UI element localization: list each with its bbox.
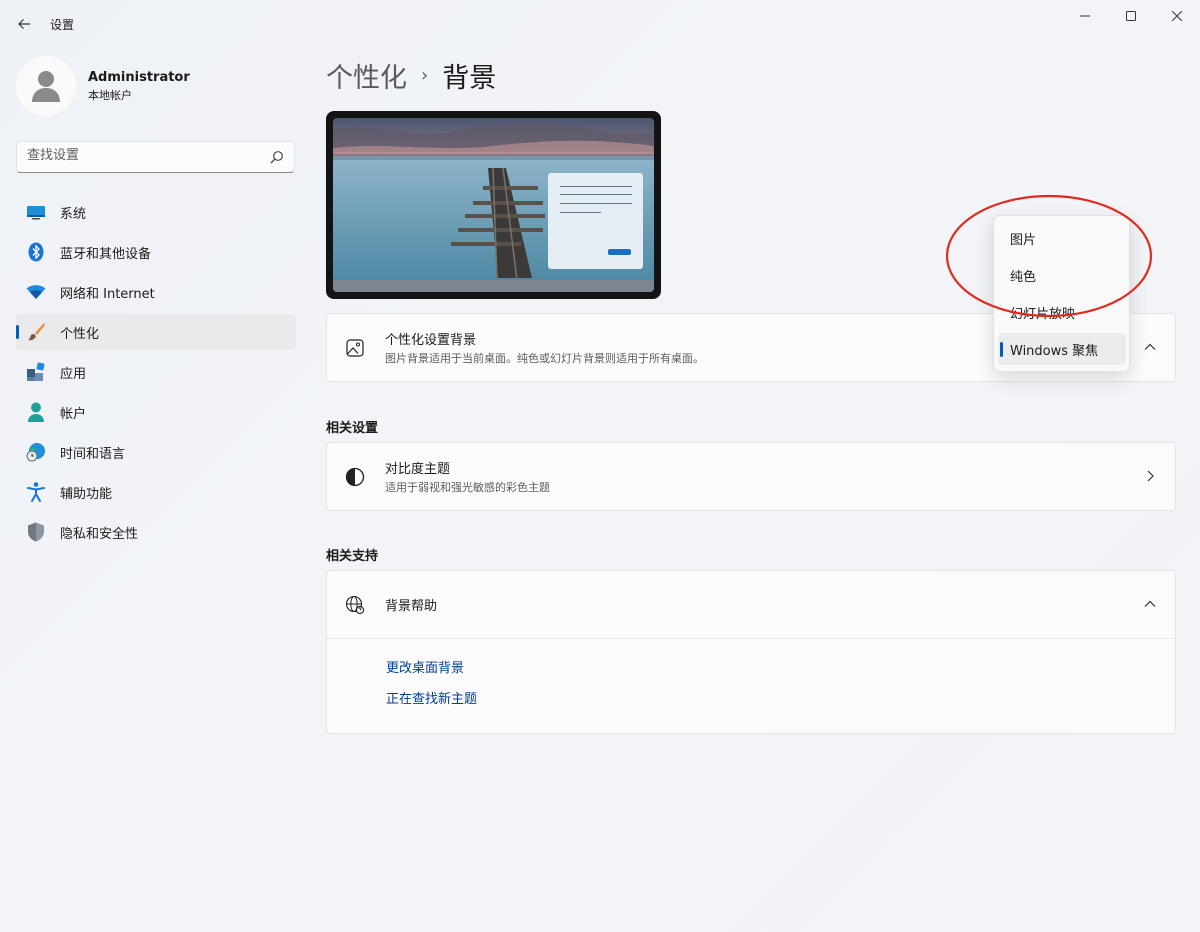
sidebar-item-label: 帐户 <box>60 406 87 422</box>
breadcrumb-separator: › <box>421 65 429 86</box>
sidebar-item-label: 系统 <box>60 206 87 222</box>
related-settings-heading: 相关设置 <box>326 421 379 436</box>
sidebar-item-privacy[interactable]: 隐私和安全性 <box>16 514 296 550</box>
sidebar-item-label: 蓝牙和其他设备 <box>60 246 152 262</box>
sidebar-item-label: 网络和 Internet <box>60 286 155 302</box>
brush-icon <box>26 322 46 342</box>
globe-help-icon <box>345 595 365 615</box>
find-new-themes-link[interactable]: 正在查找新主题 <box>386 688 1175 707</box>
minimize-icon <box>1080 15 1090 17</box>
sidebar-item-label: 时间和语言 <box>60 446 126 462</box>
maximize-icon <box>1126 11 1136 21</box>
change-desktop-background-link[interactable]: 更改桌面背景 <box>386 657 1175 676</box>
minimize-button[interactable] <box>1062 0 1108 32</box>
search-icon[interactable] <box>270 150 284 164</box>
sidebar-item-accessibility[interactable]: 辅助功能 <box>16 474 296 510</box>
sidebar-nav: 系统 蓝牙和其他设备 网络和 Internet 个性化 应用 帐户 时间和语言 … <box>16 194 296 554</box>
wifi-icon <box>26 282 46 302</box>
user-avatar-icon <box>32 71 60 102</box>
contrast-icon <box>345 467 365 487</box>
annotation-ellipse <box>945 194 1153 318</box>
search-box[interactable] <box>16 141 295 173</box>
card-title: 背景帮助 <box>385 599 438 614</box>
page-title: 背景 <box>442 63 497 94</box>
close-button[interactable] <box>1154 0 1200 32</box>
search-input[interactable] <box>27 148 257 163</box>
card-title: 对比度主题 <box>385 462 451 477</box>
dropdown-option-windows-spotlight[interactable]: Windows 聚焦 <box>998 333 1126 365</box>
back-button[interactable] <box>10 10 38 38</box>
sidebar-item-system[interactable]: 系统 <box>16 194 296 230</box>
app-title: 设置 <box>50 18 75 32</box>
accessibility-icon <box>26 482 46 502</box>
shield-icon <box>26 522 46 542</box>
help-links: 更改桌面背景 正在查找新主题 <box>327 638 1175 733</box>
sidebar-item-label: 辅助功能 <box>60 486 113 502</box>
background-help-header[interactable]: 背景帮助 <box>327 571 1175 638</box>
preview-window <box>548 173 643 269</box>
globe-clock-icon <box>26 442 46 462</box>
profile-account-type: 本地帐户 <box>88 88 132 102</box>
card-description: 适用于弱视和强光敏感的彩色主题 <box>385 481 550 494</box>
bluetooth-icon <box>26 242 46 262</box>
person-icon <box>26 402 46 422</box>
close-icon <box>1172 11 1182 21</box>
sidebar-item-accounts[interactable]: 帐户 <box>16 394 296 430</box>
sidebar-item-network[interactable]: 网络和 Internet <box>16 274 296 310</box>
breadcrumb: 个性化 › 背景 <box>326 56 496 95</box>
system-icon <box>26 202 46 222</box>
card-description: 图片背景适用于当前桌面。纯色或幻灯片背景则适用于所有桌面。 <box>385 352 704 365</box>
sidebar-item-label: 应用 <box>60 366 87 382</box>
apps-icon <box>26 362 46 382</box>
title-bar: 设置 <box>0 0 1200 48</box>
chevron-right-icon[interactable] <box>1143 469 1157 483</box>
desktop-preview <box>326 111 661 299</box>
user-profile[interactable]: Administrator 本地帐户 <box>16 56 190 116</box>
background-help-card: 背景帮助 更改桌面背景 正在查找新主题 <box>326 570 1176 734</box>
card-title: 个性化设置背景 <box>385 333 477 348</box>
avatar <box>16 56 76 116</box>
chevron-up-icon[interactable] <box>1143 340 1157 354</box>
back-arrow-icon <box>18 19 30 29</box>
sidebar-item-apps[interactable]: 应用 <box>16 354 296 390</box>
image-icon <box>345 338 365 358</box>
sidebar-item-time-language[interactable]: 时间和语言 <box>16 434 296 470</box>
breadcrumb-parent[interactable]: 个性化 <box>326 56 407 95</box>
sidebar-item-label: 个性化 <box>60 326 100 342</box>
maximize-button[interactable] <box>1108 0 1154 32</box>
profile-name: Administrator <box>88 69 190 85</box>
contrast-themes-card[interactable]: 对比度主题 适用于弱视和强光敏感的彩色主题 <box>326 442 1176 511</box>
sidebar-item-label: 隐私和安全性 <box>60 526 139 542</box>
wallpaper-preview-image <box>333 118 654 292</box>
chevron-up-icon[interactable] <box>1143 597 1157 611</box>
sidebar-item-personalization[interactable]: 个性化 <box>16 314 296 350</box>
related-support-heading: 相关支持 <box>326 549 379 564</box>
sidebar-item-bluetooth[interactable]: 蓝牙和其他设备 <box>16 234 296 270</box>
